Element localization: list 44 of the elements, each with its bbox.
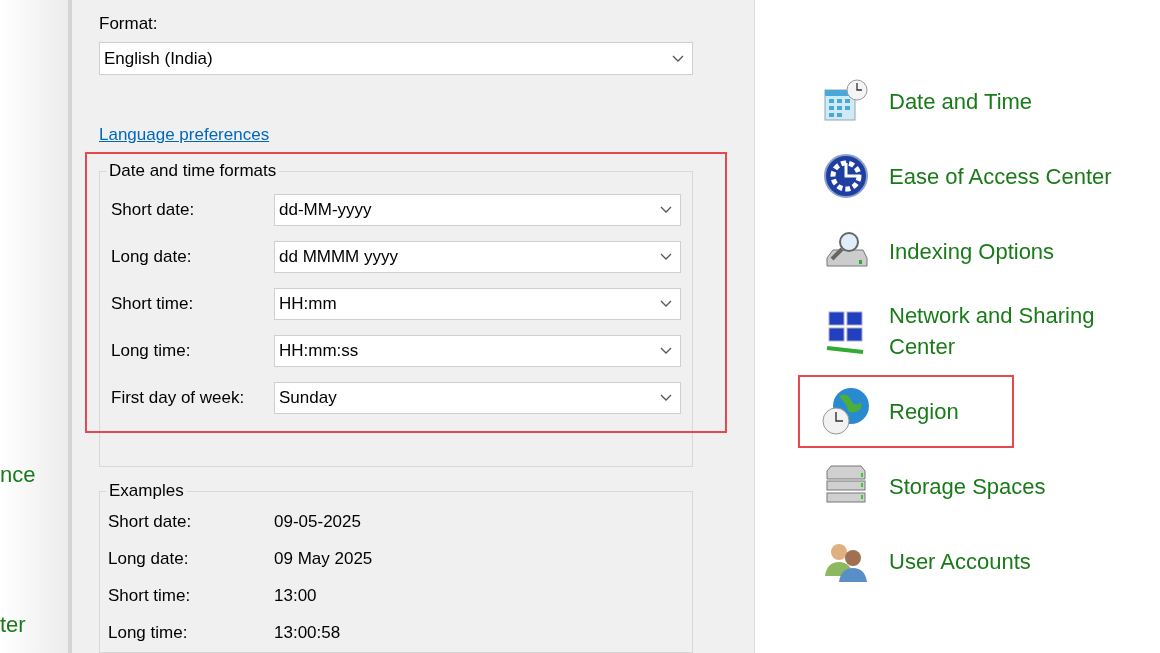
control-panel-link[interactable]: nce [0,460,68,490]
calendar-clock-icon [823,78,869,124]
format-value: English (India) [104,47,213,70]
chevron-icon [660,206,672,214]
control-panel-link[interactable]: Indexing Options [889,235,1129,267]
control-panel-link[interactable]: ter [0,610,68,640]
chevron-icon [660,253,672,261]
format-dropdown[interactable]: dd-MM-yyyy [274,194,681,226]
control-panel-link[interactable]: Date and Time [889,85,1129,117]
dropdown-value: HH:mm [279,293,337,316]
chevron-icon [672,54,684,63]
example-label: Short date: [108,511,193,534]
language-preferences-link[interactable]: Language preferences [99,123,270,147]
format-dropdown[interactable]: HH:mm:ss [274,335,681,367]
example-value: 13:00:58 [274,622,341,645]
chevron-icon [660,300,672,308]
format-dropdown[interactable]: dd MMMM yyyy [274,241,681,273]
example-label: Long date: [108,548,190,571]
example-label: Short time: [108,585,192,608]
field-label: Short date: [111,199,196,222]
control-panel-link[interactable]: Region [889,395,1129,427]
chevron-icon [660,347,672,355]
example-value: 13:00 [274,585,317,608]
example-value: 09 May 2025 [274,548,373,571]
field-label: Long date: [111,246,193,269]
control-panel-link[interactable]: User Accounts [889,545,1129,577]
control-panel-link[interactable]: Network and Sharing Center [889,300,1129,362]
format-dropdown[interactable]: HH:mm [274,288,681,320]
dropdown-value: dd MMMM yyyy [279,246,398,269]
control-panel-link[interactable]: Ease of Access Center [889,160,1129,192]
format-dropdown[interactable]: Sunday [274,382,681,414]
globe-clock-icon [821,386,871,436]
format-label: Format: [99,13,159,35]
example-value: 09-05-2025 [274,511,361,534]
dropdown-value: dd-MM-yyyy [279,199,372,222]
format-dropdown[interactable]: English (India) [99,42,693,75]
control-panel-link[interactable]: Storage Spaces [889,470,1129,502]
field-label: First day of week: [111,387,246,410]
dropdown-value: HH:mm:ss [279,340,359,363]
field-label: Short time: [111,293,195,316]
chevron-icon [660,394,672,402]
dropdown-value: Sunday [279,387,337,410]
field-label: Long time: [111,340,192,363]
example-label: Long time: [108,622,189,645]
